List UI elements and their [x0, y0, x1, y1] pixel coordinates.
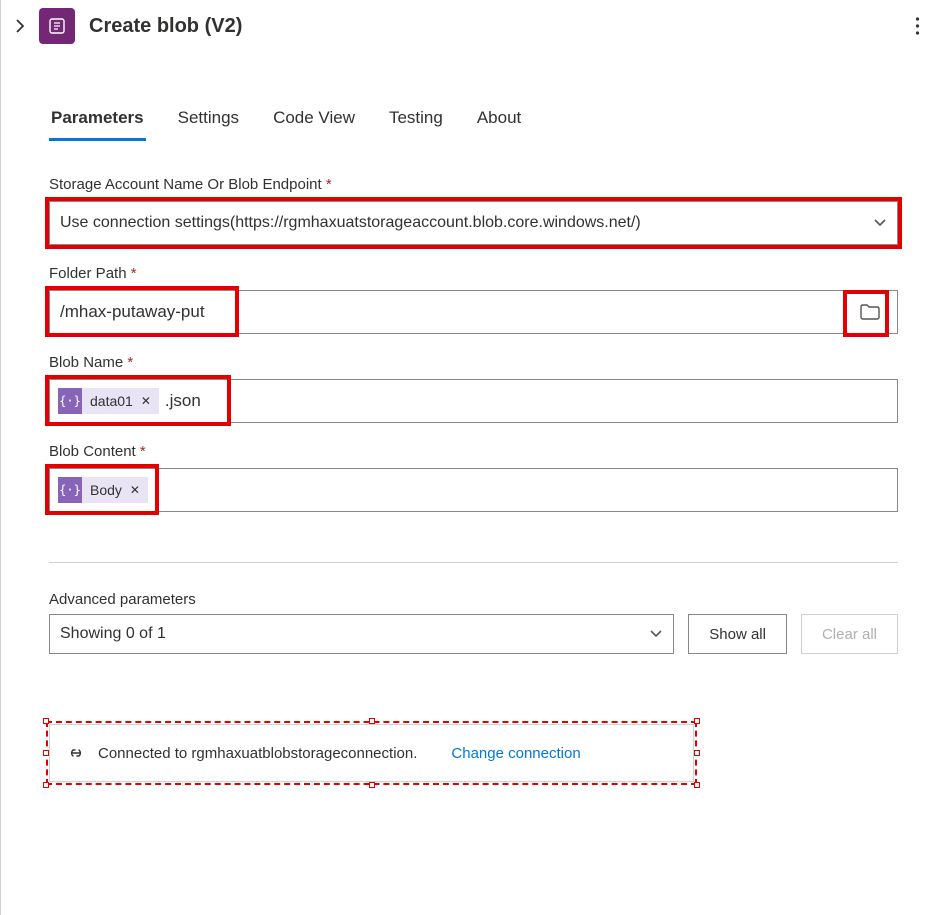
folder-picker-button[interactable]	[853, 303, 887, 321]
storage-account-value: Use connection settings(https://rgmhaxua…	[60, 214, 873, 232]
tab-about[interactable]: About	[475, 102, 523, 141]
folder-path-label: Folder Path *	[49, 265, 898, 282]
chevron-right-icon[interactable]	[15, 18, 25, 34]
link-icon	[66, 743, 86, 763]
advanced-parameters-dropdown[interactable]: Showing 0 of 1	[49, 614, 674, 654]
tab-code-view[interactable]: Code View	[271, 102, 357, 141]
more-menu-icon[interactable]	[909, 16, 926, 36]
blob-name-label: Blob Name *	[49, 354, 898, 371]
folder-path-input[interactable]: /mhax-putaway-put	[49, 290, 898, 334]
blob-name-token[interactable]: {·} data01 ✕	[58, 388, 159, 414]
storage-account-label: Storage Account Name Or Blob Endpoint *	[49, 176, 898, 193]
token-remove-icon[interactable]: ✕	[139, 394, 159, 408]
blob-content-token[interactable]: {·} Body ✕	[58, 477, 148, 503]
blob-name-input[interactable]: {·} data01 ✕ .json	[49, 379, 898, 423]
expression-icon: {·}	[58, 388, 82, 414]
folder-path-value: /mhax-putaway-put	[60, 302, 205, 322]
blob-name-suffix: .json	[165, 391, 201, 411]
divider	[49, 562, 898, 563]
tab-settings[interactable]: Settings	[176, 102, 241, 141]
tab-testing[interactable]: Testing	[387, 102, 445, 141]
tab-bar: Parameters Settings Code View Testing Ab…	[49, 102, 898, 142]
storage-account-select[interactable]: Use connection settings(https://rgmhaxua…	[49, 201, 898, 245]
connection-status-bar: Connected to rgmhaxuatblobstorageconnect…	[49, 724, 694, 782]
blob-content-input[interactable]: {·} Body ✕	[49, 468, 898, 512]
show-all-button[interactable]: Show all	[688, 614, 787, 654]
blob-action-icon	[39, 8, 75, 44]
panel-title: Create blob (V2)	[89, 15, 242, 38]
chevron-down-icon	[649, 629, 663, 639]
advanced-parameters-label: Advanced parameters	[49, 591, 898, 608]
tab-parameters[interactable]: Parameters	[49, 102, 146, 141]
connection-status-text: Connected to rgmhaxuatblobstorageconnect…	[98, 745, 417, 762]
blob-content-label: Blob Content *	[49, 443, 898, 460]
token-remove-icon[interactable]: ✕	[128, 483, 148, 497]
change-connection-link[interactable]: Change connection	[451, 745, 580, 762]
clear-all-button: Clear all	[801, 614, 898, 654]
chevron-down-icon	[873, 218, 887, 228]
expression-icon: {·}	[58, 477, 82, 503]
advanced-parameters-value: Showing 0 of 1	[60, 625, 649, 643]
